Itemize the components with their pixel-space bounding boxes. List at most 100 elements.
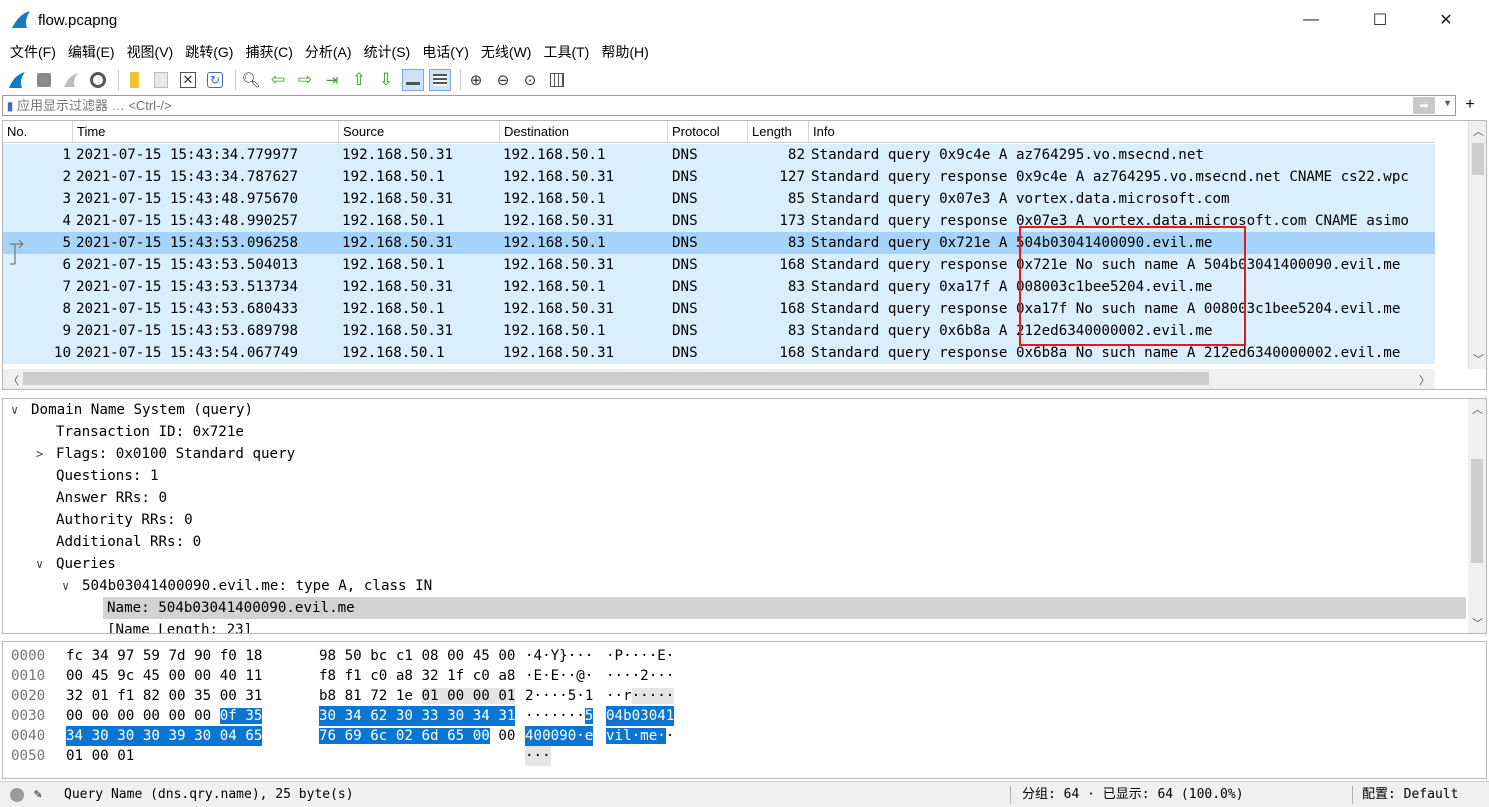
byte-ascii-b[interactable]: ··r····· bbox=[606, 686, 675, 706]
byte-hex-b[interactable]: b8 81 72 1e 01 00 00 01 bbox=[319, 686, 516, 706]
apply-filter-arrow-icon[interactable]: ➡ bbox=[1413, 97, 1435, 114]
byte-ascii-a[interactable]: ··· bbox=[525, 746, 551, 766]
detail-row[interactable]: ∨ Domain Name System (query) bbox=[3, 399, 1466, 421]
menu-statistics[interactable]: 统计(S) bbox=[360, 40, 419, 64]
byte-ascii-b[interactable]: 04b03041 bbox=[606, 706, 675, 726]
packet-row[interactable]: 3 2021-07-15 15:43:48.975670 192.168.50.31… bbox=[3, 188, 1435, 210]
zoom-reset-icon[interactable]: ⊙ bbox=[519, 69, 541, 91]
expand-chevron-icon[interactable]: > bbox=[36, 443, 43, 465]
display-filter-input[interactable] bbox=[17, 96, 1397, 115]
byte-ascii-b[interactable]: ····2··· bbox=[606, 666, 674, 686]
byte-ascii-a[interactable]: ·······5 bbox=[525, 706, 594, 726]
byte-hex-b[interactable]: f8 f1 c0 a8 32 1f c0 a8 bbox=[319, 666, 515, 686]
byte-ascii-a[interactable]: 2····5·1 bbox=[525, 686, 593, 706]
colorize-icon[interactable] bbox=[429, 69, 451, 91]
filter-dropdown-icon[interactable]: ▼ bbox=[1443, 98, 1452, 108]
collapse-chevron-icon[interactable]: ∨ bbox=[11, 399, 18, 421]
column-no[interactable]: No. bbox=[3, 121, 73, 143]
byte-ascii-a[interactable]: ·E·E··@· bbox=[525, 666, 593, 686]
add-filter-button[interactable]: + bbox=[1460, 96, 1480, 114]
detail-row[interactable]: Name: 504b03041400090.evil.me bbox=[103, 597, 1466, 619]
reload-file-icon[interactable]: ↻ bbox=[204, 69, 226, 91]
column-length[interactable]: Length bbox=[748, 121, 809, 143]
packet-list-vertical-scrollbar[interactable]: ︿ ﹀ bbox=[1468, 121, 1486, 369]
menu-edit[interactable]: 编辑(E) bbox=[64, 40, 123, 64]
scroll-left-icon[interactable]: 〈 bbox=[8, 372, 19, 388]
byte-ascii-a[interactable]: ·4·Y}··· bbox=[525, 646, 593, 666]
edit-comment-icon[interactable]: ✎ bbox=[34, 782, 42, 807]
packet-row[interactable]: 2 2021-07-15 15:43:34.787627 192.168.50.1 1… bbox=[3, 166, 1435, 188]
byte-hex-a[interactable]: fc 34 97 59 7d 90 f0 18 bbox=[66, 646, 262, 666]
open-file-icon[interactable] bbox=[123, 69, 145, 91]
menu-wireless[interactable]: 无线(W) bbox=[477, 40, 540, 64]
byte-hex-a[interactable]: 00 00 00 00 00 00 0f 35 bbox=[66, 706, 263, 726]
packet-list-horizontal-scrollbar[interactable]: 〈 〉 bbox=[3, 369, 1435, 389]
minimize-button[interactable]: — bbox=[1265, 0, 1357, 40]
menu-tools[interactable]: 工具(T) bbox=[539, 40, 597, 64]
menu-help[interactable]: 帮助(H) bbox=[597, 40, 656, 64]
byte-hex-b[interactable]: 98 50 bc c1 08 00 45 00 bbox=[319, 646, 515, 666]
close-button[interactable]: ✕ bbox=[1403, 0, 1489, 40]
byte-hex-a[interactable]: 00 45 9c 45 00 00 40 11 bbox=[66, 666, 262, 686]
scroll-right-icon[interactable]: 〉 bbox=[1419, 372, 1430, 388]
details-vertical-scrollbar[interactable]: ︿ ﹀ bbox=[1468, 399, 1486, 633]
close-file-icon[interactable]: ✕ bbox=[177, 69, 199, 91]
auto-scroll-icon[interactable] bbox=[402, 69, 424, 91]
start-capture-icon[interactable] bbox=[6, 69, 28, 91]
scroll-up-icon[interactable]: ︿ bbox=[1472, 401, 1483, 417]
byte-hex-b[interactable]: 76 69 6c 02 6d 65 00 00 bbox=[319, 726, 515, 746]
column-info[interactable]: Info bbox=[809, 121, 1435, 143]
collapse-chevron-icon[interactable]: ∨ bbox=[62, 575, 69, 597]
menu-file[interactable]: 文件(F) bbox=[6, 40, 64, 64]
go-back-icon[interactable]: ⇦ bbox=[267, 69, 289, 91]
go-forward-icon[interactable]: ⇨ bbox=[294, 69, 316, 91]
detail-row[interactable]: ∨ Queries bbox=[3, 553, 1466, 575]
byte-hex-a[interactable]: 34 30 30 30 39 30 04 65 bbox=[66, 726, 263, 746]
go-to-packet-icon[interactable]: ⇥ bbox=[321, 69, 343, 91]
scroll-thumb[interactable] bbox=[1471, 459, 1483, 563]
detail-row[interactable]: ∨ 504b03041400090.evil.me: type A, class … bbox=[3, 575, 1466, 597]
scroll-down-icon[interactable]: ﹀ bbox=[1472, 615, 1483, 631]
byte-hex-a[interactable]: 32 01 f1 82 00 35 00 31 bbox=[66, 686, 262, 706]
menu-analyze[interactable]: 分析(A) bbox=[301, 40, 360, 64]
maximize-button[interactable]: ☐ bbox=[1357, 0, 1403, 40]
detail-row[interactable]: Transaction ID: 0x721e bbox=[3, 421, 1466, 443]
column-time[interactable]: Time bbox=[73, 121, 339, 143]
scroll-up-icon[interactable]: ︿ bbox=[1473, 123, 1484, 139]
last-packet-icon[interactable]: ⇩ bbox=[375, 69, 397, 91]
menu-capture[interactable]: 捕获(C) bbox=[241, 40, 300, 64]
find-packet-icon[interactable]: 🔍︎ bbox=[240, 69, 262, 91]
first-packet-icon[interactable]: ⇧ bbox=[348, 69, 370, 91]
scroll-thumb[interactable] bbox=[1472, 143, 1484, 175]
detail-row[interactable]: Questions: 1 bbox=[3, 465, 1466, 487]
zoom-in-icon[interactable]: ⊕ bbox=[465, 69, 487, 91]
restart-capture-icon[interactable] bbox=[60, 69, 82, 91]
detail-row[interactable]: [Name Length: 23] bbox=[3, 619, 1466, 633]
packet-row[interactable]: 1 2021-07-15 15:43:34.779977 192.168.50.31… bbox=[3, 144, 1435, 166]
detail-row[interactable]: > Flags: 0x0100 Standard query bbox=[3, 443, 1466, 465]
detail-row[interactable]: Answer RRs: 0 bbox=[3, 487, 1466, 509]
expert-info-icon[interactable] bbox=[10, 788, 24, 802]
scroll-down-icon[interactable]: ﹀ bbox=[1473, 351, 1484, 367]
status-profile[interactable]: 配置: Default bbox=[1362, 782, 1458, 807]
detail-row[interactable]: Authority RRs: 0 bbox=[3, 509, 1466, 531]
zoom-out-icon[interactable]: ⊖ bbox=[492, 69, 514, 91]
collapse-chevron-icon[interactable]: ∨ bbox=[36, 553, 43, 575]
bookmark-icon[interactable]: ▮ bbox=[3, 96, 17, 115]
menu-view[interactable]: 视图(V) bbox=[123, 40, 182, 64]
hscroll-thumb[interactable] bbox=[23, 372, 1209, 385]
capture-options-icon[interactable] bbox=[87, 69, 109, 91]
byte-ascii-b[interactable]: vil·me·· bbox=[606, 726, 674, 746]
resize-columns-icon[interactable] bbox=[546, 69, 568, 91]
save-file-icon[interactable] bbox=[150, 69, 172, 91]
column-protocol[interactable]: Protocol bbox=[668, 121, 748, 143]
byte-ascii-b[interactable]: ·P····E· bbox=[606, 646, 674, 666]
byte-hex-b[interactable]: 30 34 62 30 33 30 34 31 bbox=[319, 706, 516, 726]
byte-hex-a[interactable]: 01 00 01 bbox=[66, 746, 134, 766]
column-source[interactable]: Source bbox=[339, 121, 500, 143]
column-destination[interactable]: Destination bbox=[500, 121, 668, 143]
menu-telephony[interactable]: 电话(Y) bbox=[418, 40, 477, 64]
byte-ascii-a[interactable]: 400090·e bbox=[525, 726, 594, 746]
stop-capture-icon[interactable] bbox=[33, 69, 55, 91]
menu-go[interactable]: 跳转(G) bbox=[181, 40, 241, 64]
